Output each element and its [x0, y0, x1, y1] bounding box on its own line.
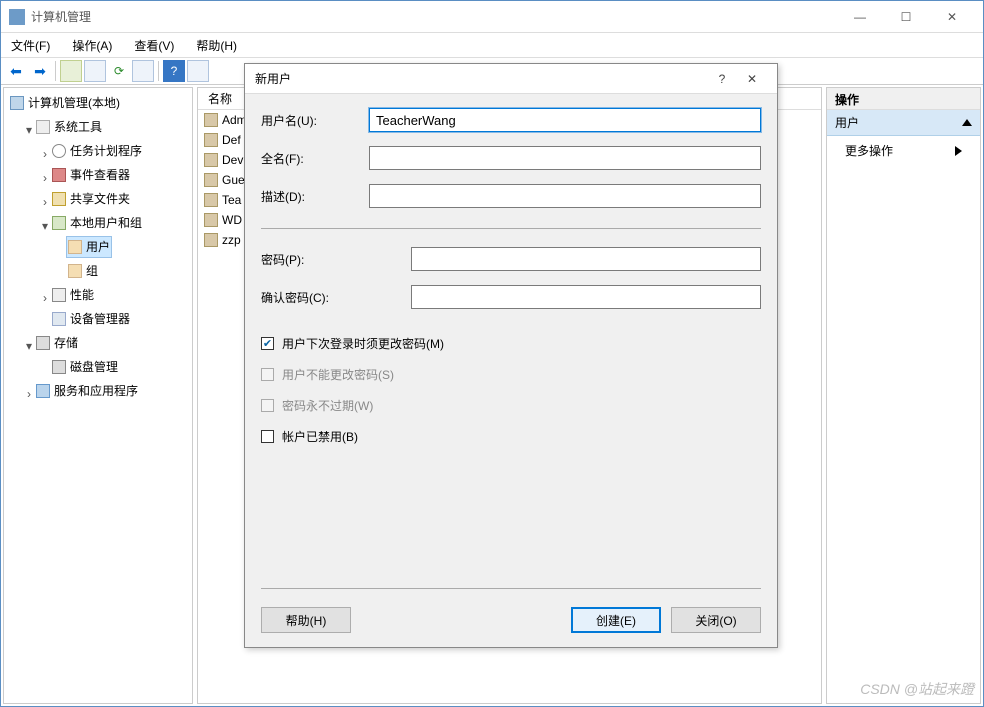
tree-users[interactable]: 用户 [66, 236, 112, 258]
tree-services-apps[interactable]: 服务和应用程序 [34, 380, 140, 402]
menu-action[interactable]: 操作(A) [68, 35, 116, 56]
tree-device-manager[interactable]: 设备管理器 [50, 308, 132, 330]
actions-section[interactable]: 用户 [827, 110, 980, 136]
confirm-password-input[interactable] [411, 285, 761, 309]
fullname-label: 全名(F): [261, 150, 369, 167]
user-icon [204, 153, 218, 167]
chevron-right-icon [955, 146, 962, 156]
checkbox-account-disabled[interactable]: 帐户已禁用(B) [261, 428, 761, 445]
export-button[interactable] [132, 60, 154, 82]
username-input[interactable] [369, 108, 761, 132]
tree-task-scheduler[interactable]: 任务计划程序 [50, 140, 144, 162]
window-controls: — ☐ ✕ [837, 1, 975, 33]
checkbox-icon [261, 430, 274, 443]
checkbox-cannot-change: 用户不能更改密码(S) [261, 366, 761, 383]
close-button[interactable]: 关闭(O) [671, 607, 761, 633]
checkbox-never-expires: 密码永不过期(W) [261, 397, 761, 414]
titlebar: 计算机管理 — ☐ ✕ [1, 1, 983, 33]
help-button[interactable]: 帮助(H) [261, 607, 351, 633]
refresh-button[interactable]: ⟳ [108, 60, 130, 82]
username-label: 用户名(U): [261, 112, 369, 129]
separator [261, 228, 761, 229]
dialog-titlebar: 新用户 ? ✕ [245, 64, 777, 94]
checkbox-must-change[interactable]: 用户下次登录时须更改密码(M) [261, 335, 761, 352]
separator-2 [261, 588, 761, 589]
dialog-buttons: 帮助(H) 创建(E) 关闭(O) [261, 607, 761, 633]
dialog-title: 新用户 [255, 70, 707, 87]
properties-button[interactable] [84, 60, 106, 82]
window-title: 计算机管理 [31, 8, 837, 25]
tree-local-users-groups[interactable]: 本地用户和组 [50, 212, 144, 234]
actions-panel: 操作 用户 更多操作 [826, 87, 981, 704]
checkbox-icon [261, 399, 274, 412]
description-label: 描述(D): [261, 188, 369, 205]
actions-header: 操作 [827, 88, 980, 110]
up-button[interactable] [60, 60, 82, 82]
actions-more[interactable]: 更多操作 [827, 136, 980, 165]
tree-panel: 计算机管理(本地) ▾系统工具 ›任务计划程序 ›事件查看器 ›共享文件夹 ▾本… [3, 87, 193, 704]
description-input[interactable] [369, 184, 761, 208]
collapse-icon [962, 119, 972, 126]
view-button[interactable] [187, 60, 209, 82]
confirm-password-label: 确认密码(C): [261, 289, 411, 306]
user-icon [204, 133, 218, 147]
create-button[interactable]: 创建(E) [571, 607, 661, 633]
back-button[interactable]: ⬅ [5, 60, 27, 82]
app-icon [9, 9, 25, 25]
menu-view[interactable]: 查看(V) [130, 35, 178, 56]
close-button[interactable]: ✕ [929, 1, 975, 33]
toolbar-separator-2 [158, 61, 159, 81]
menu-file[interactable]: 文件(F) [7, 35, 54, 56]
checkbox-icon [261, 337, 274, 350]
maximize-button[interactable]: ☐ [883, 1, 929, 33]
tree-disk-management[interactable]: 磁盘管理 [50, 356, 120, 378]
fullname-input[interactable] [369, 146, 761, 170]
minimize-button[interactable]: — [837, 1, 883, 33]
checkbox-icon [261, 368, 274, 381]
user-icon [204, 213, 218, 227]
password-label: 密码(P): [261, 251, 411, 268]
menu-help[interactable]: 帮助(H) [192, 35, 241, 56]
watermark: CSDN @站起来蹬 [860, 679, 974, 699]
toolbar-separator [55, 61, 56, 81]
user-icon [204, 233, 218, 247]
user-icon [204, 113, 218, 127]
tree-storage[interactable]: 存储 [34, 332, 80, 354]
tree-event-viewer[interactable]: 事件查看器 [50, 164, 132, 186]
dialog-close-button[interactable]: ✕ [737, 72, 767, 86]
dialog-body: 用户名(U): 全名(F): 描述(D): 密码(P): 确认密码(C): 用户… [245, 94, 777, 647]
tree-system-tools[interactable]: 系统工具 [34, 116, 104, 138]
dialog-help-button[interactable]: ? [707, 72, 737, 86]
tree-groups[interactable]: 组 [66, 260, 100, 282]
tree-root[interactable]: 计算机管理(本地) [8, 92, 122, 114]
forward-button[interactable]: ➡ [29, 60, 51, 82]
tree-performance[interactable]: 性能 [50, 284, 96, 306]
help-button[interactable]: ? [163, 60, 185, 82]
user-icon [204, 193, 218, 207]
password-input[interactable] [411, 247, 761, 271]
menubar: 文件(F) 操作(A) 查看(V) 帮助(H) [1, 33, 983, 57]
user-icon [204, 173, 218, 187]
new-user-dialog: 新用户 ? ✕ 用户名(U): 全名(F): 描述(D): 密码(P): 确认密… [244, 63, 778, 648]
tree-shared-folders[interactable]: 共享文件夹 [50, 188, 132, 210]
